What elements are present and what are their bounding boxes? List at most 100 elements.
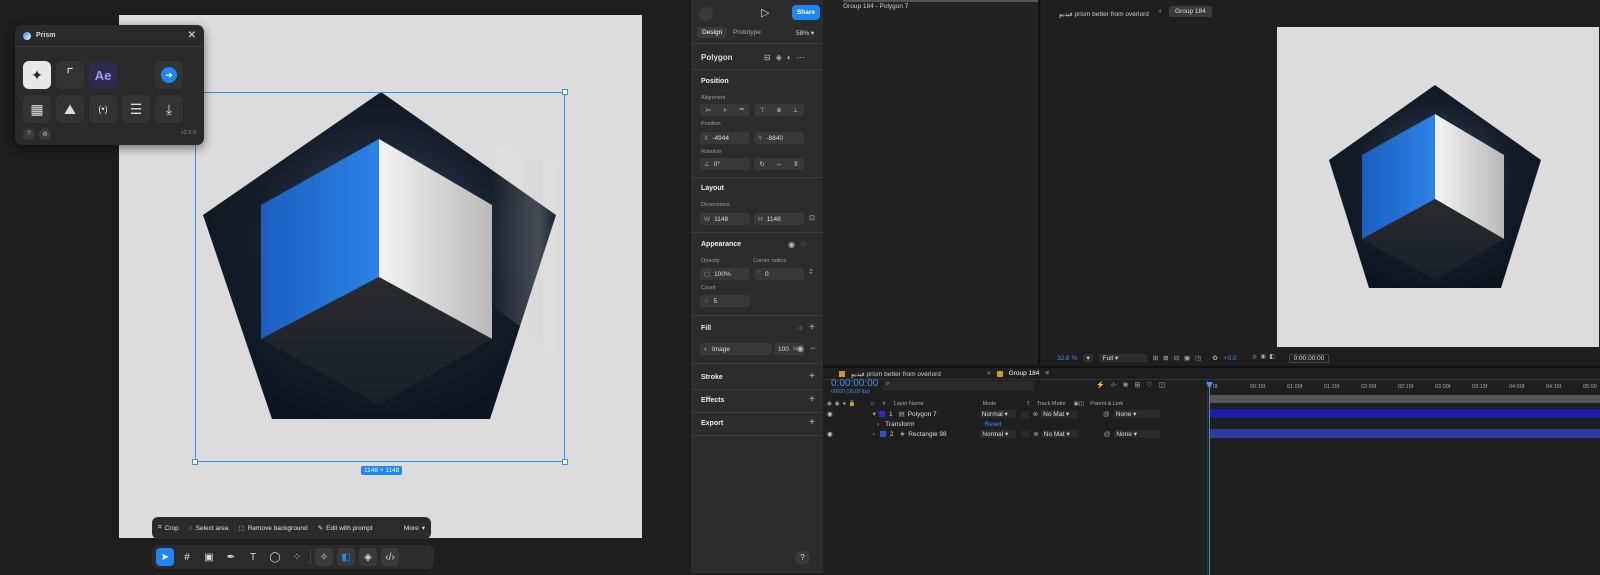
add-fill-icon[interactable]: +: [809, 322, 815, 333]
x-field[interactable]: X -4944: [700, 132, 750, 144]
align-middle-icon[interactable]: ⊕: [776, 107, 781, 114]
height-field[interactable]: H 1148: [754, 213, 804, 225]
add-export-icon[interactable]: +: [809, 417, 815, 428]
share-button[interactable]: Share: [792, 5, 820, 20]
selection-box[interactable]: [192, 89, 568, 465]
color-wheel-icon[interactable]: ✿: [1212, 354, 1217, 362]
viewer-tab-1[interactable]: فيديو prism better from overlord: [1059, 10, 1149, 18]
transform-row[interactable]: › Transform Reset: [823, 419, 1207, 429]
timeline-tab-2[interactable]: Group 184: [1009, 370, 1040, 377]
vertical-align-group[interactable]: ⊤ ⊕ ⊥: [754, 104, 804, 116]
layer-color-chip[interactable]: [878, 411, 885, 417]
resize-handle[interactable]: [562, 459, 568, 465]
avatar[interactable]: [699, 7, 713, 21]
help-button[interactable]: ?: [795, 550, 810, 565]
layer-row[interactable]: ◉ › 2 ★ Rectangle 98 Normal ▾ ⊗ No Mat ▾…: [823, 429, 1207, 439]
fill-row[interactable]: ◐ Image: [700, 343, 772, 355]
opacity-field[interactable]: ▢ 100%: [700, 268, 750, 280]
move-tool-button[interactable]: ➤: [156, 548, 174, 566]
appearance-icons[interactable]: ◉◌: [788, 240, 812, 249]
zoom-dropdown[interactable]: 58% ▾: [796, 29, 814, 37]
time-ruler[interactable]: 0f 00:15f 01:00f 01:15f 02:00f 02:15f 03:00f 03…: [1209, 382, 1600, 394]
text-tool-button[interactable]: T: [244, 548, 262, 566]
visibility-eye-icon[interactable]: ◉: [827, 430, 833, 438]
magnification-value[interactable]: 32.8: [1057, 355, 1070, 362]
align-right-icon[interactable]: ⫤: [739, 107, 744, 114]
exposure-value[interactable]: +0.0: [1224, 355, 1237, 362]
viewer-toggle-icons[interactable]: ⊞⊠⊟▣◳: [1153, 354, 1207, 362]
layer-bar[interactable]: [1209, 429, 1600, 438]
timecode[interactable]: 0:00:00:00: [831, 378, 878, 389]
flip-vertical-icon[interactable]: ⇕: [793, 160, 798, 168]
remove-fill-icon[interactable]: −: [810, 343, 815, 353]
tab-design[interactable]: Design: [697, 27, 728, 38]
align-bottom-icon[interactable]: ⊥: [793, 107, 798, 114]
horizontal-align-group[interactable]: ⊨ ⊧ ⫤: [700, 104, 750, 116]
after-effects-button[interactable]: Ae: [89, 61, 117, 89]
frame-tool-button[interactable]: #: [178, 548, 196, 566]
export-arrow-button[interactable]: ➔: [155, 61, 183, 89]
align-top-icon[interactable]: ⊤: [760, 107, 765, 114]
dev-mode-button[interactable]: ◈: [359, 548, 377, 566]
count-field[interactable]: ⁘ 5: [700, 295, 750, 307]
independent-corners-icon[interactable]: ⫩: [809, 269, 813, 277]
magnification-dropdown[interactable]: ▾: [1083, 354, 1093, 362]
layer-actions-icons[interactable]: ⊟◈◐⋯: [764, 53, 810, 62]
parent-dropdown[interactable]: None ▾: [1113, 410, 1160, 418]
design-mode-button[interactable]: ◧: [337, 548, 355, 566]
fill-visibility-icon[interactable]: ◉: [797, 344, 804, 353]
image-button[interactable]: ⛰: [56, 95, 84, 123]
layer-color-chip[interactable]: [879, 431, 886, 437]
pickwhip-icon[interactable]: @: [1104, 431, 1111, 438]
layer-name[interactable]: Rectangle 98: [908, 431, 980, 438]
viewer-time[interactable]: 0:00:00:00: [1288, 353, 1330, 363]
expand-chevron-icon[interactable]: ▾: [873, 410, 876, 418]
matte-link-icon[interactable]: ⊗: [1033, 410, 1038, 418]
resolution-dropdown[interactable]: Full ▾: [1098, 354, 1147, 362]
mode-dropdown[interactable]: Normal ▾: [980, 430, 1017, 438]
constrain-proportions-icon[interactable]: ⊡: [809, 214, 815, 222]
visibility-eye-icon[interactable]: ◉: [827, 410, 833, 418]
sparkle-button[interactable]: ✦: [23, 61, 51, 89]
pen-tool-button[interactable]: ✒: [222, 548, 240, 566]
resize-handle[interactable]: [192, 459, 198, 465]
reset-link[interactable]: Reset: [985, 421, 1002, 428]
rotate-flip-group[interactable]: ↻ ⇔ ⇕: [754, 158, 804, 170]
expand-chevron-icon[interactable]: ›: [873, 431, 875, 438]
chevron-left-icon[interactable]: ‹: [1159, 8, 1161, 15]
add-effect-icon[interactable]: +: [809, 394, 815, 405]
corner-button[interactable]: ⌜: [56, 61, 84, 89]
layer-search-input[interactable]: ⌕: [883, 381, 1035, 391]
crop-button[interactable]: ⌗ Crop: [158, 524, 179, 532]
grid-button[interactable]: ▦: [23, 95, 51, 123]
mode-dropdown[interactable]: Normal ▾: [979, 410, 1016, 418]
flip-horizontal-icon[interactable]: ⇔: [776, 161, 783, 168]
shape-tool-button[interactable]: ▣: [200, 548, 218, 566]
tab-prototype[interactable]: Prototype: [733, 29, 761, 36]
recycle-button[interactable]: ♻: [39, 128, 51, 140]
code-mode-button[interactable]: ‹/›: [381, 548, 399, 566]
snapshot-icons[interactable]: ⌾◉◧: [1253, 354, 1279, 362]
tab-menu-icon[interactable]: ≡: [1045, 370, 1049, 377]
timeline-switch-icons[interactable]: ⚡⊹❀⊞♡◫: [1096, 381, 1171, 389]
viewer-tab-2[interactable]: Group 184: [1169, 6, 1212, 17]
y-field[interactable]: Y -8840: [754, 132, 804, 144]
work-area-bar[interactable]: [1209, 395, 1600, 403]
more-button[interactable]: More ▾: [404, 524, 425, 533]
layer-name[interactable]: Polygon 7: [908, 411, 980, 418]
corner-radius-field[interactable]: ⌜ 0: [754, 268, 804, 280]
close-tab-icon[interactable]: ×: [987, 370, 991, 377]
download-button[interactable]: ⤓: [155, 95, 183, 123]
select-area-button[interactable]: ◌ Select area: [189, 525, 229, 532]
preserve-transparency-toggle[interactable]: [1020, 410, 1029, 418]
preserve-transparency-toggle[interactable]: [1021, 430, 1030, 438]
track-matte-dropdown[interactable]: No Mat ▾: [1041, 410, 1078, 418]
playhead[interactable]: [1209, 382, 1210, 575]
rotation-field[interactable]: ∠ 0°: [700, 158, 750, 170]
layer-bar[interactable]: [1209, 409, 1600, 418]
remove-background-button[interactable]: ⬚ Remove background: [239, 524, 308, 533]
track-matte-dropdown[interactable]: No Mat ▾: [1041, 430, 1078, 438]
align-left-icon[interactable]: ⊨: [706, 107, 711, 114]
matte-link-icon[interactable]: ⊗: [1033, 430, 1038, 438]
pickwhip-icon[interactable]: @: [1103, 411, 1110, 418]
